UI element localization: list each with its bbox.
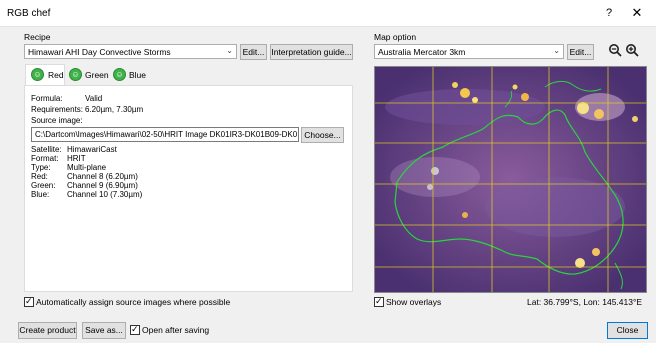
info-label: Type: [31,163,51,172]
close-button[interactable]: Close [607,322,648,339]
coordinates-readout: Lat: 36.799°S, Lon: 145.413°E [527,297,643,307]
source-image-path-field[interactable]: C:\Dartcom\Images\Himawari\02-50\HRIT Im… [31,127,299,142]
info-value: HRIT [67,154,86,163]
info-label: Blue: [31,190,50,199]
create-product-button[interactable]: Create product [18,322,77,339]
info-label: Format: [31,154,59,163]
checkmark-icon: ✓ [25,296,33,306]
recipe-group-label: Recipe [24,32,51,42]
tab-blue[interactable]: ☺ Blue [110,65,150,85]
recipe-select-value: Himawari AHI Day Convective Storms [28,47,171,57]
open-after-saving-checkbox[interactable]: ✓ [130,324,140,335]
chevron-down-icon: ⌄ [553,46,560,55]
formula-value: Valid [85,94,103,103]
smiley-icon: ☺ [31,68,44,81]
info-label: Red: [31,172,48,181]
auto-assign-checkbox[interactable]: ✓ [24,296,34,307]
info-value: Channel 9 (6.90µm) [67,181,138,190]
tab-green[interactable]: ☺ Green [66,65,109,85]
choose-button[interactable]: Choose... [301,127,344,143]
source-image-path-value: C:\Dartcom\Images\Himawari\02-50\HRIT Im… [35,130,297,139]
recipe-edit-button[interactable]: Edit... [240,44,267,60]
info-value: Channel 8 (6.20µm) [67,172,138,181]
formula-label: Formula: [31,94,63,103]
help-button[interactable]: ? [599,5,619,21]
title-bar: RGB chef ? ✕ [0,0,656,27]
info-label: Green: [31,181,56,190]
map-group-label: Map option [374,32,417,42]
checkmark-icon: ✓ [375,296,383,306]
smiley-icon: ☺ [113,68,126,81]
smiley-icon: ☺ [69,68,82,81]
map-select[interactable]: Australia Mercator 3km ⌄ [374,44,564,59]
info-value: Channel 10 (7.30µm) [67,190,143,199]
auto-assign-label: Automatically assign source images where… [36,297,231,307]
requirements-value: 6.20µm, 7.30µm [85,105,144,114]
show-overlays-label: Show overlays [386,297,442,307]
info-value: HimawariCast [67,145,117,154]
show-overlays-checkbox[interactable]: ✓ [374,296,384,307]
tab-blue-label: Blue [129,70,147,80]
recipe-select[interactable]: Himawari AHI Day Convective Storms ⌄ [24,44,237,59]
map-edit-button[interactable]: Edit... [567,44,594,60]
satellite-image [375,67,646,292]
zoom-out-icon[interactable] [607,43,623,59]
checkmark-icon: ✓ [131,324,139,334]
tab-red-label: Red [48,70,64,80]
info-label: Satellite: [31,145,62,154]
requirements-label: Requirements: [31,105,84,114]
zoom-in-icon[interactable] [624,43,640,59]
chevron-down-icon: ⌄ [226,46,233,55]
tab-red[interactable]: ☺ Red [25,64,65,85]
window-title: RGB chef [7,8,51,19]
tab-green-label: Green [85,70,109,80]
save-as-button[interactable]: Save as... [82,322,126,339]
map-select-value: Australia Mercator 3km [378,47,466,57]
source-image-label: Source image: [31,116,83,125]
map-preview[interactable] [374,66,647,293]
close-window-button[interactable]: ✕ [626,5,648,21]
info-value: Multi-plane [67,163,107,172]
open-after-saving-label: Open after saving [142,325,210,335]
interpretation-guide-button[interactable]: Interpretation guide... [270,44,353,60]
